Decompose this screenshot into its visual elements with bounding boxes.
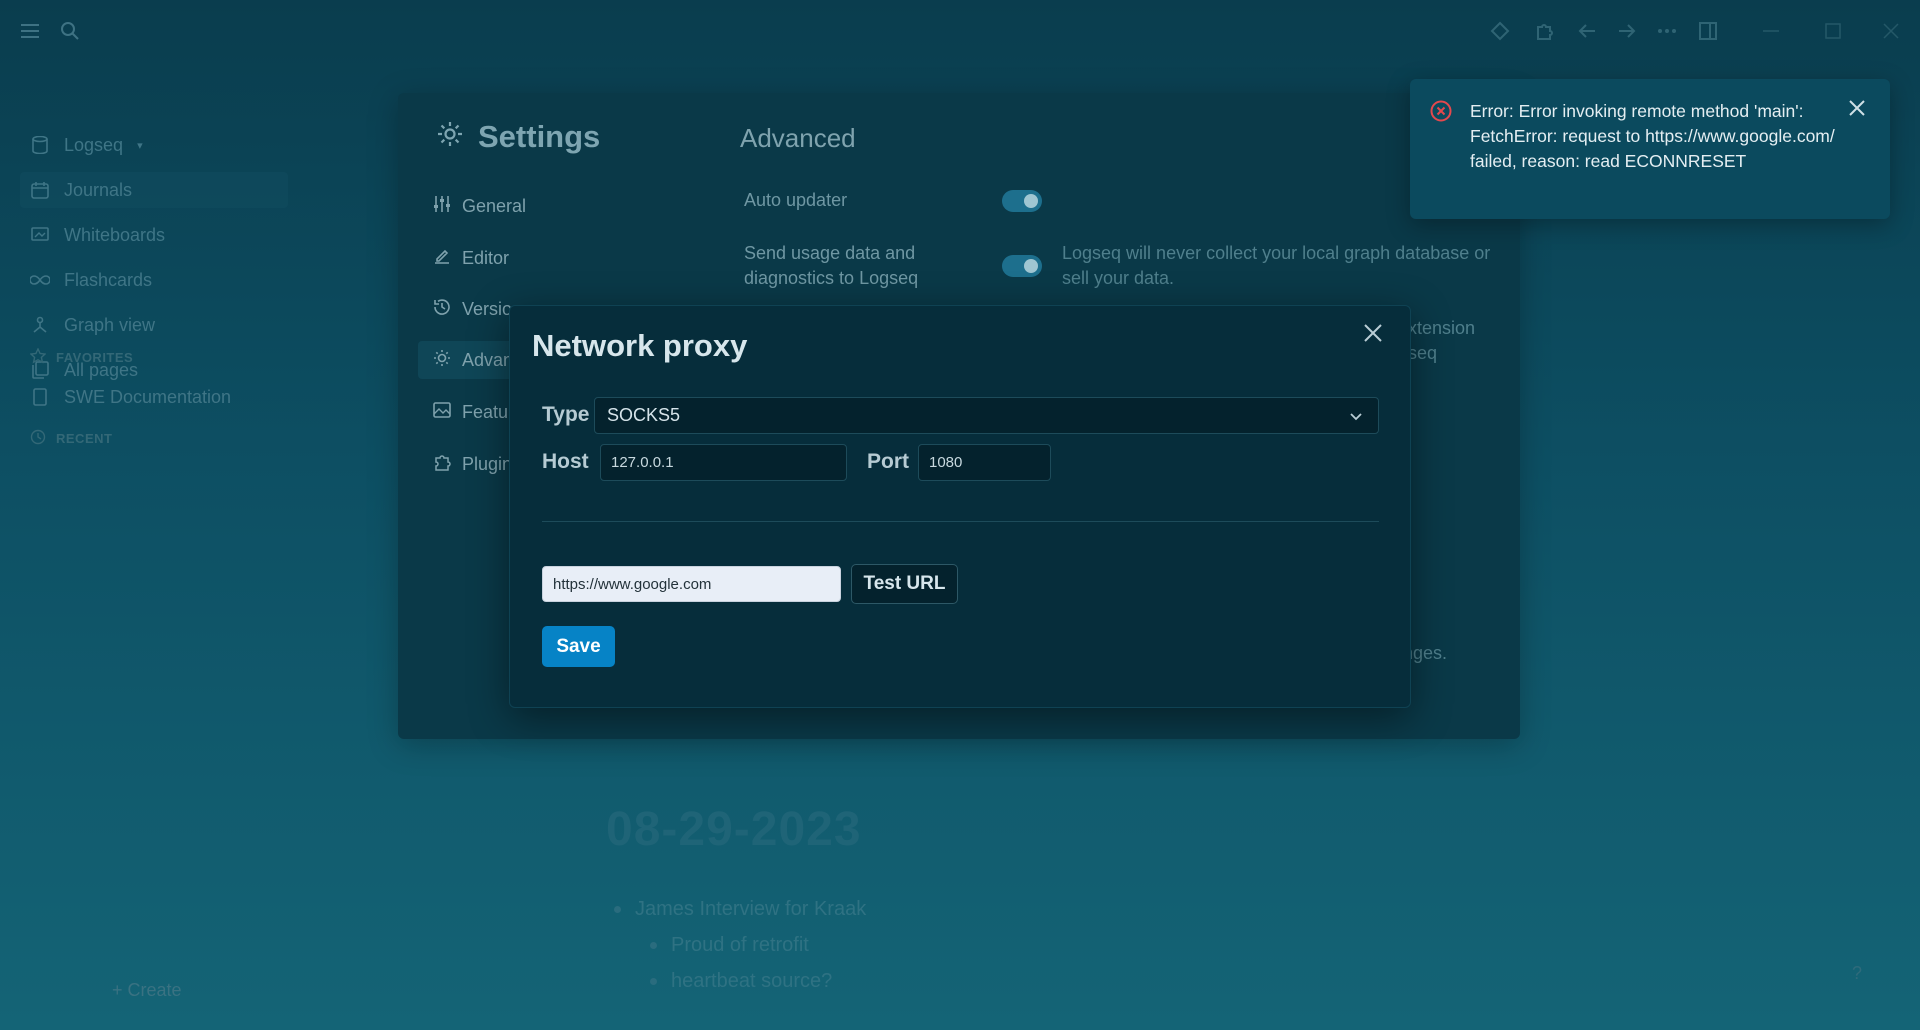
puzzle-icon[interactable]	[1531, 18, 1557, 44]
type-label: Type	[542, 403, 590, 426]
usage-data-description: Logseq will never collect your local gra…	[1062, 243, 1491, 288]
editor-icon	[432, 247, 452, 270]
clock-icon	[30, 429, 46, 448]
proxy-type-select[interactable]: SOCKS5	[594, 397, 1379, 434]
settings-nav-label: Featu	[462, 401, 509, 422]
test-url-input[interactable]	[542, 566, 841, 602]
infinity-icon	[30, 270, 50, 290]
calendar-icon	[30, 180, 50, 200]
more-icon[interactable]	[1654, 18, 1680, 44]
settings-nav-label: Editor	[462, 247, 510, 268]
sidebar-item-flashcards[interactable]: Flashcards	[30, 262, 152, 298]
settings-heading: Settings	[436, 119, 600, 155]
star-icon	[29, 347, 47, 367]
settings-nav-features[interactable]: Featu	[432, 397, 508, 427]
list-item[interactable]: James Interview for Kraak	[614, 898, 866, 921]
settings-nav-label: General	[462, 195, 527, 216]
list-item[interactable]: Proud of retrofit	[650, 934, 809, 957]
port-label: Port	[867, 450, 909, 473]
database-icon	[30, 135, 50, 155]
sidebar-item-label: Flashcards	[64, 269, 153, 290]
menu-icon[interactable]	[17, 18, 43, 44]
image-icon	[432, 401, 452, 423]
forward-arrow-icon[interactable]	[1614, 18, 1640, 44]
sidebar-item-label: Whiteboards	[64, 224, 166, 245]
graph-selector[interactable]: Logseq ▾	[30, 127, 143, 163]
partial-description: xtension	[1408, 318, 1476, 338]
test-url-button[interactable]: Test URL	[851, 564, 958, 604]
page-icon	[30, 387, 50, 407]
maximize-icon[interactable]	[1820, 18, 1846, 44]
proxy-type-value: SOCKS5	[607, 405, 681, 425]
dialog-close-button[interactable]	[1358, 320, 1388, 350]
favorite-item-label: SWE Documentation	[64, 386, 232, 407]
bullet-dot	[650, 942, 657, 949]
sidebar-item-graph-view[interactable]: Graph view	[30, 307, 155, 343]
chevron-down-icon	[1348, 408, 1364, 424]
settings-nav-label: Plugin	[462, 453, 513, 474]
left-sidebar: Logseq ▾ Journals Whiteboards Flashcards	[0, 60, 290, 1030]
graph-name: Logseq	[64, 134, 124, 155]
back-arrow-icon[interactable]	[1574, 18, 1600, 44]
history-icon	[432, 298, 452, 321]
sidebar-item-journals[interactable]: Journals	[20, 172, 288, 208]
favorite-item[interactable]: SWE Documentation	[30, 379, 231, 415]
whiteboard-icon	[30, 225, 50, 245]
minimize-icon[interactable]	[1758, 18, 1784, 44]
bulb-icon	[432, 349, 452, 372]
auto-updater-toggle[interactable]	[1002, 190, 1042, 212]
usage-data-label: Send usage data and diagnostics to Logse…	[744, 243, 919, 288]
close-icon	[1363, 323, 1383, 348]
journal-date: 08-29-2023	[606, 803, 862, 856]
host-input[interactable]	[600, 444, 847, 481]
settings-nav-plugins[interactable]: Plugin	[432, 449, 512, 479]
settings-nav-editor[interactable]: Editor	[432, 243, 509, 273]
usage-data-toggle[interactable]	[1002, 255, 1042, 277]
help-icon[interactable]: ?	[1844, 960, 1870, 986]
settings-nav-version-control[interactable]: Versio	[432, 294, 512, 324]
bullet-dot	[614, 906, 621, 913]
error-toast: Error: Error invoking remote method 'mai…	[1410, 79, 1890, 219]
settings-nav-label: Versio	[462, 298, 513, 319]
bullet-text: heartbeat source?	[671, 970, 833, 992]
host-label: Host	[542, 450, 589, 473]
sidebar-item-whiteboards[interactable]: Whiteboards	[30, 217, 165, 253]
divider	[542, 521, 1379, 522]
list-item[interactable]: heartbeat source?	[650, 970, 832, 993]
settings-title: Settings	[478, 119, 601, 154]
top-bar	[0, 0, 1920, 60]
sliders-icon	[432, 195, 452, 218]
recent-label: RECENT	[56, 431, 113, 446]
window-close-icon[interactable]	[1878, 18, 1904, 44]
puzzle-icon	[432, 453, 452, 476]
recent-header[interactable]: RECENT	[30, 429, 112, 448]
auto-updater-label: Auto updater	[744, 190, 848, 210]
port-input[interactable]	[918, 444, 1051, 481]
sidebar-item-label: Journals	[64, 179, 133, 200]
dialog-title: Network proxy	[532, 328, 748, 363]
chevron-down-icon: ▾	[137, 139, 143, 152]
favorites-header[interactable]: FAVORITES	[29, 347, 134, 367]
settings-nav-label: Advan	[462, 349, 514, 370]
save-button[interactable]: Save	[542, 626, 615, 667]
right-sidebar-icon[interactable]	[1695, 18, 1721, 44]
sidebar-item-label: Graph view	[64, 314, 156, 335]
settings-nav-general[interactable]: General	[432, 191, 526, 221]
sync-icon[interactable]	[1487, 18, 1513, 44]
favorites-label: FAVORITES	[56, 350, 134, 365]
create-button[interactable]: + Create	[112, 980, 182, 1001]
network-proxy-dialog: Network proxy Type SOCKS5 Host Port Test…	[509, 305, 1411, 708]
toast-message: Error: Error invoking remote method 'mai…	[1470, 101, 1835, 171]
search-icon[interactable]	[57, 18, 83, 44]
advanced-section-title: Advanced	[740, 123, 856, 153]
partial-description: seq	[1408, 343, 1438, 363]
bullet-dot	[650, 978, 657, 985]
bullet-text: Proud of retrofit	[671, 934, 809, 956]
graph-icon	[30, 315, 50, 335]
gear-icon	[436, 120, 464, 155]
bullet-text: James Interview for Kraak	[635, 898, 867, 920]
error-icon	[1430, 100, 1452, 122]
toast-close-button[interactable]	[1848, 99, 1870, 121]
